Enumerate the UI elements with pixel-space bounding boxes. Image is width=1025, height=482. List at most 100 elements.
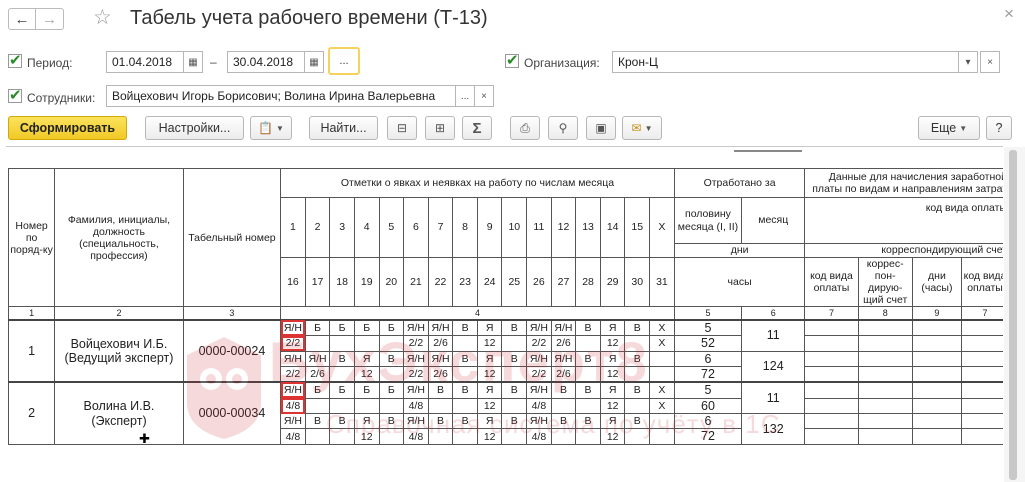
day-header: 12 <box>550 197 577 258</box>
timesheet-cell: Я <box>476 381 503 399</box>
organization-input[interactable]: Крон-Ц <box>612 51 959 73</box>
timesheet-cell: Б <box>304 381 331 399</box>
timesheet-cell: В <box>427 381 454 399</box>
period-checkbox[interactable] <box>8 51 22 69</box>
timesheet-cell: В <box>452 412 478 430</box>
timesheet-cell: Я/Н <box>280 412 306 430</box>
calendar-icon: ▦ <box>188 56 198 68</box>
back-button[interactable]: ← <box>8 8 36 30</box>
timesheet-cell <box>501 397 528 415</box>
timesheet-cell: В <box>624 318 651 337</box>
timesheet-cell: В <box>624 350 651 367</box>
preview-button[interactable]: ⚲ <box>548 116 578 140</box>
day-header: 8 <box>452 197 478 258</box>
timesheet-cell <box>452 365 478 383</box>
arrow-left-icon: ← <box>14 10 30 28</box>
employees-clear-button[interactable]: × <box>474 85 494 107</box>
half-month-total: 72 <box>673 428 743 445</box>
employees-select-button[interactable]: ... <box>455 85 475 107</box>
timesheet-cell: В <box>624 412 651 430</box>
header-worked: Отработано за <box>673 168 806 198</box>
tab-number: 0000-00024 <box>182 318 282 383</box>
payroll-cell <box>804 318 859 337</box>
timesheet-cell: X <box>649 318 675 337</box>
payroll-cell <box>857 381 913 399</box>
expand-groups-button[interactable]: ⊞ <box>425 116 455 140</box>
day-header: 21 <box>403 256 429 308</box>
expand-icon: ⊞ <box>434 121 446 135</box>
sum-button[interactable]: Σ <box>462 116 492 140</box>
timesheet-cell: 2/2 <box>280 365 306 383</box>
timesheet-cell: В <box>575 412 601 430</box>
timesheet-cell: В <box>575 350 601 367</box>
header-days: дни <box>673 243 806 258</box>
payroll-cell <box>857 335 913 352</box>
date-from-input[interactable]: 01.04.2018 <box>106 51 184 73</box>
organization-dropdown-button[interactable]: ▾ <box>958 51 978 73</box>
header-marks: Отметки о явках и неявках на работу по ч… <box>280 168 675 198</box>
timesheet-cell: Б <box>304 318 331 337</box>
row-number: 1 <box>7 318 56 383</box>
half-month-total: 5 <box>673 381 743 399</box>
calendar-from-button[interactable]: ▦ <box>183 51 203 73</box>
timesheet-cell: 4/8 <box>403 428 429 445</box>
help-button[interactable]: ? <box>986 116 1012 140</box>
variants-button[interactable]: 📋 ▼ <box>250 116 292 140</box>
report-spreadsheet[interactable]: Номер по поряд-ку Фамилия, инициалы, дол… <box>6 146 1003 482</box>
day-header: 16 <box>280 256 306 308</box>
payroll-cell <box>857 350 913 367</box>
timesheet-cell <box>427 397 454 415</box>
timesheet-cell: 2/2 <box>526 365 552 383</box>
timesheet-cell: Я/Н <box>403 318 429 337</box>
chevron-down-icon: ▼ <box>959 123 968 133</box>
colnum: 5 <box>673 306 743 321</box>
favorite-star-icon[interactable]: ☆ <box>93 5 112 30</box>
timesheet-cell: Б <box>353 318 380 337</box>
timesheet-cell: Я/Н <box>403 381 429 399</box>
calendar-to-button[interactable]: ▦ <box>304 51 324 73</box>
print-button[interactable]: ⎙ <box>510 116 540 140</box>
header-col8: коррес-пон-дирую-щий счет <box>857 256 913 308</box>
timesheet-cell: 12 <box>476 365 503 383</box>
organization-clear-button[interactable]: × <box>980 51 1000 73</box>
organization-checkbox[interactable] <box>505 51 519 69</box>
timesheet-cell: Я/Н <box>280 318 306 337</box>
header-month: месяц <box>741 197 806 244</box>
timesheet-cell <box>304 335 331 352</box>
forward-button[interactable]: → <box>36 8 64 30</box>
mouse-cursor-icon: ✚ <box>139 431 150 446</box>
timesheet-cell: 2/6 <box>427 335 454 352</box>
timesheet-cell <box>624 428 651 445</box>
more-button[interactable]: Еще ▼ <box>918 116 980 140</box>
employees-checkbox[interactable] <box>8 86 22 104</box>
timesheet-cell: 4/8 <box>280 428 306 445</box>
timesheet-cell <box>378 428 405 445</box>
settings-button[interactable]: Настройки... <box>145 116 244 140</box>
day-header: 31 <box>649 256 675 308</box>
collapse-groups-button[interactable]: ⊟ <box>387 116 417 140</box>
close-icon[interactable]: × <box>1004 4 1014 24</box>
timesheet-cell: Я/Н <box>280 350 306 367</box>
arrow-right-icon: → <box>42 10 57 28</box>
save-button[interactable]: ▣ <box>586 116 616 140</box>
generate-button[interactable]: Сформировать <box>8 116 127 140</box>
period-label: Период: <box>27 56 73 70</box>
period-select-button[interactable]: ... <box>328 47 360 75</box>
timesheet-cell: В <box>452 381 478 399</box>
timesheet-cell: В <box>452 350 478 367</box>
printer-icon: ⎙ <box>520 120 530 135</box>
timesheet-cell: 12 <box>476 397 503 415</box>
date-to-input[interactable]: 30.04.2018 <box>227 51 305 73</box>
day-header: X <box>649 197 675 258</box>
day-header: 27 <box>550 256 577 308</box>
send-email-button[interactable]: ✉ ▼ <box>622 116 662 140</box>
timesheet-cell: 12 <box>599 335 626 352</box>
timesheet-cell <box>304 428 331 445</box>
employees-input[interactable]: Войцехович Игорь Борисович; Волина Ирина… <box>106 85 456 107</box>
scrollbar-thumb[interactable] <box>1009 150 1017 480</box>
timesheet-cell: Я <box>599 412 626 430</box>
timesheet-cell <box>649 365 675 383</box>
day-header: 9 <box>476 197 503 258</box>
find-button[interactable]: Найти... <box>309 116 378 140</box>
header-payroll-data: Данные для начисления заработной платы п… <box>804 168 1003 198</box>
